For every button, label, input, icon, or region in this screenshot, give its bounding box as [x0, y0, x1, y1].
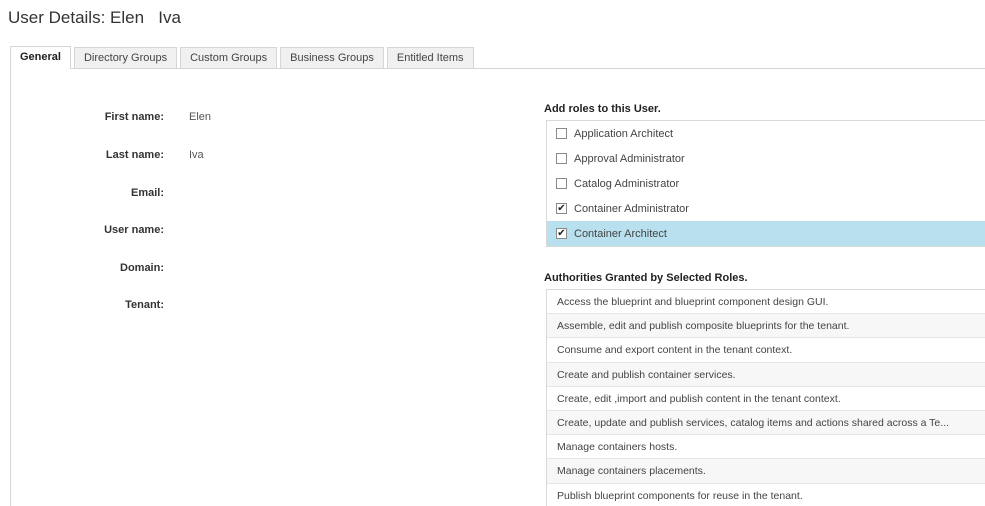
email-label: Email: — [130, 187, 164, 199]
role-label: Container Architect — [574, 227, 667, 240]
role-label: Catalog Administrator — [574, 177, 680, 190]
role-item-container-architect[interactable]: ✔ Container Architect — [547, 221, 985, 246]
authority-item: Manage containers hosts. — [547, 435, 985, 460]
user-name-row: User name: — [0, 224, 480, 240]
domain-row: Domain: — [0, 262, 480, 278]
authority-item: Create, update and publish services, cat… — [547, 410, 985, 436]
authority-item: Access the blueprint and blueprint compo… — [547, 290, 985, 315]
authority-item: Create, edit ,import and publish content… — [547, 387, 985, 411]
domain-label: Domain: — [120, 262, 164, 274]
authority-item: Assemble, edit and publish composite blu… — [547, 314, 985, 339]
first-name-value: Elen — [189, 111, 212, 123]
tab-directory-groups[interactable]: Directory Groups — [73, 47, 178, 68]
role-label: Approval Administrator — [574, 152, 685, 165]
role-checkbox[interactable] — [556, 178, 567, 189]
last-name-row: Last name: Iva — [0, 149, 480, 165]
first-name-row: First name: Elen — [0, 111, 480, 127]
role-label: Application Architect — [574, 127, 674, 140]
role-checkbox[interactable]: ✔ — [556, 228, 567, 239]
roles-heading: Add roles to this User. — [544, 103, 661, 115]
role-item-container-administrator[interactable]: ✔ Container Administrator — [547, 196, 985, 221]
panel-border — [10, 68, 11, 506]
last-name-value: Iva — [189, 149, 204, 161]
authority-item: Create and publish container services. — [547, 362, 985, 387]
role-item-application-architect[interactable]: Application Architect — [547, 121, 985, 146]
tab-custom-groups[interactable]: Custom Groups — [180, 47, 278, 68]
role-checkbox[interactable] — [556, 153, 567, 164]
role-item-catalog-administrator[interactable]: Catalog Administrator — [547, 171, 985, 196]
tenant-row: Tenant: — [0, 299, 480, 315]
authorities-list: Access the blueprint and blueprint compo… — [546, 289, 985, 506]
role-item-approval-administrator[interactable]: Approval Administrator — [547, 146, 985, 171]
roles-list: Application Architect Approval Administr… — [546, 120, 985, 247]
check-icon: ✔ — [557, 203, 566, 214]
user-name-label: User name: — [104, 224, 164, 236]
tab-entitled-items[interactable]: Entitled Items — [386, 47, 474, 68]
page-title: User Details: Elen Iva — [8, 8, 181, 27]
role-label: Container Administrator — [574, 202, 689, 215]
check-icon: ✔ — [557, 228, 566, 239]
role-checkbox[interactable] — [556, 128, 567, 139]
role-checkbox[interactable]: ✔ — [556, 203, 567, 214]
email-row: Email: — [0, 187, 480, 203]
tab-general[interactable]: General — [10, 46, 71, 69]
tenant-label: Tenant: — [125, 299, 164, 311]
last-name-label: Last name: — [105, 149, 164, 161]
tab-business-groups[interactable]: Business Groups — [280, 47, 384, 68]
first-name-label: First name: — [104, 111, 164, 123]
authorities-heading: Authorities Granted by Selected Roles. — [544, 272, 748, 284]
authority-item: Manage containers placements. — [547, 459, 985, 484]
tab-bar: General Directory Groups Custom Groups B… — [10, 46, 985, 69]
authority-item: Publish blueprint components for reuse i… — [547, 484, 985, 506]
authority-item: Consume and export content in the tenant… — [547, 338, 985, 363]
